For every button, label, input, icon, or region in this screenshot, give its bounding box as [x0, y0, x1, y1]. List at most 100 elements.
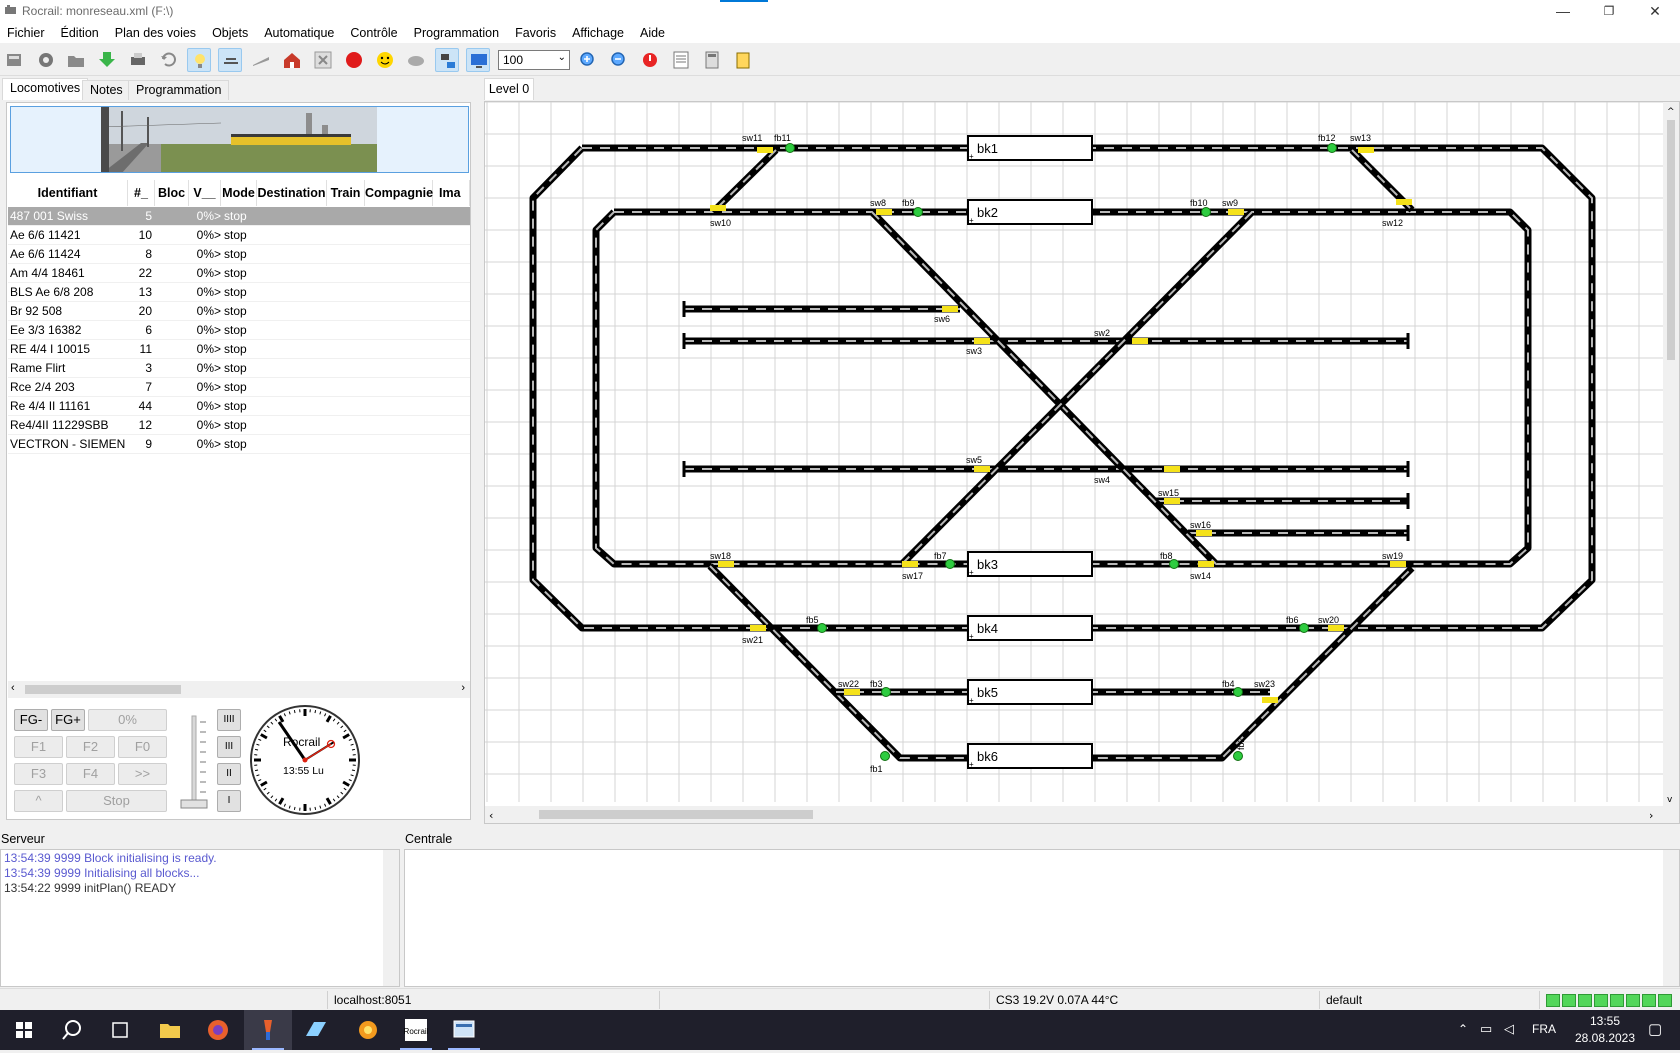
close-button[interactable]: ✕ — [1632, 0, 1678, 24]
undo-icon[interactable] — [157, 48, 181, 72]
cloud-icon[interactable] — [404, 48, 428, 72]
clock-date-text[interactable]: 28.08.2023 — [1568, 1031, 1642, 1045]
clock-time-text[interactable]: 13:55 — [1580, 1014, 1630, 1028]
bulb-icon[interactable] — [187, 48, 211, 72]
close-x-icon[interactable] — [311, 48, 335, 72]
table-row[interactable]: RE 4/4 I 10015110%>stop — [8, 340, 470, 359]
menu-affichage[interactable]: Affichage — [564, 24, 632, 43]
f3-button[interactable]: F3 — [14, 763, 63, 785]
open-icon[interactable] — [64, 48, 88, 72]
feedback-sensor-icon[interactable] — [818, 624, 827, 633]
switch-marker[interactable] — [974, 338, 990, 344]
ramp-icon[interactable] — [249, 48, 273, 72]
feedback-sensor-icon[interactable] — [786, 144, 795, 153]
tab-level-0[interactable]: Level 0 — [484, 78, 534, 100]
speed-step-4-button[interactable]: IIII — [217, 709, 241, 731]
f1-button[interactable]: F1 — [14, 736, 63, 758]
col-number[interactable]: #_ — [128, 180, 155, 206]
table-row[interactable]: Br 92 508200%>stop — [8, 302, 470, 321]
col-compagnie[interactable]: Compagnie — [365, 180, 433, 206]
switch-marker[interactable] — [1132, 338, 1148, 344]
server-log-scrollbar[interactable] — [383, 850, 399, 986]
server-icon[interactable] — [3, 48, 27, 72]
table-row[interactable]: Am 4/4 18461220%>stop — [8, 264, 470, 283]
feedback-sensor-icon[interactable] — [914, 208, 923, 217]
track-segment[interactable] — [710, 566, 1412, 758]
speed-step-1-button[interactable]: I — [217, 790, 241, 812]
table-row[interactable]: 487 001 Swiss50%>stop — [8, 207, 470, 226]
print-icon[interactable] — [126, 48, 150, 72]
plan-vertical-thumb[interactable] — [1667, 120, 1675, 360]
scroll-thumb[interactable] — [25, 685, 181, 694]
notes-icon[interactable] — [731, 48, 755, 72]
calc-icon[interactable] — [700, 48, 724, 72]
direction-button[interactable]: ^ — [14, 790, 63, 812]
tab-programmation[interactable]: Programmation — [128, 80, 229, 100]
table-row[interactable]: Rce 2/4 20370%>stop — [8, 378, 470, 397]
route-icon[interactable] — [218, 48, 242, 72]
house-icon[interactable] — [280, 48, 304, 72]
feedback-sensor-icon[interactable] — [1300, 624, 1309, 633]
menu-controle[interactable]: Contrôle — [342, 24, 405, 43]
task-view-icon[interactable] — [96, 1010, 144, 1050]
rocview-window-icon[interactable] — [440, 1010, 488, 1050]
centrale-log[interactable] — [404, 849, 1680, 987]
file-explorer-icon[interactable] — [146, 1010, 194, 1050]
centrale-log-scrollbar[interactable] — [1663, 850, 1679, 986]
stop-button[interactable]: Stop — [66, 790, 167, 812]
switch-marker[interactable] — [902, 561, 918, 567]
switch-marker[interactable] — [942, 306, 958, 312]
tray-chevron-icon[interactable]: ⌃ — [1458, 1022, 1468, 1036]
menu-automatique[interactable]: Automatique — [256, 24, 342, 43]
switch-marker[interactable] — [1164, 498, 1180, 504]
menu-objets[interactable]: Objets — [204, 24, 256, 43]
zoom-in-icon[interactable] — [576, 48, 600, 72]
switch-marker[interactable] — [710, 205, 726, 211]
server-log[interactable]: 13:54:39 9999 Block initialising is read… — [0, 849, 400, 987]
fg-minus-button[interactable]: FG- — [14, 709, 48, 731]
tab-notes[interactable]: Notes — [82, 80, 131, 100]
maximize-button[interactable]: ❐ — [1586, 0, 1632, 24]
list-icon[interactable] — [669, 48, 693, 72]
table-horizontal-scrollbar[interactable]: ‹ › — [8, 681, 470, 698]
language-indicator[interactable]: FRA — [1532, 1022, 1556, 1036]
zoom-select[interactable]: 100⌄ — [498, 50, 570, 70]
feedback-sensor-icon[interactable] — [1202, 208, 1211, 217]
more-functions-button[interactable]: >> — [118, 763, 167, 785]
scroll-left-icon[interactable]: ‹ — [11, 682, 15, 694]
feedback-sensor-icon[interactable] — [882, 688, 891, 697]
menu-favoris[interactable]: Favoris — [507, 24, 564, 43]
table-row[interactable]: Ee 3/3 1638260%>stop — [8, 321, 470, 340]
transfer-icon[interactable] — [435, 48, 459, 72]
menu-fichier[interactable]: Fichier — [0, 24, 53, 43]
minimize-button[interactable]: — — [1540, 0, 1586, 24]
switch-marker[interactable] — [718, 561, 734, 567]
plan-horizontal-thumb[interactable] — [539, 810, 813, 819]
search-icon[interactable] — [48, 1010, 96, 1050]
download-icon[interactable] — [95, 48, 119, 72]
col-train[interactable]: Train — [327, 180, 365, 206]
speed-slider[interactable] — [178, 712, 210, 814]
table-row[interactable]: VECTRON - SIEMENS90%>stop — [8, 435, 470, 454]
speed-step-3-button[interactable]: III — [217, 736, 241, 758]
switch-marker[interactable] — [1358, 147, 1374, 153]
table-row[interactable]: Ae 6/6 11421100%>stop — [8, 226, 470, 245]
switch-marker[interactable] — [876, 209, 892, 215]
col-image[interactable]: Ima — [433, 180, 470, 206]
f4-button[interactable]: F4 — [66, 763, 115, 785]
speed-step-2-button[interactable]: II — [217, 763, 241, 785]
table-row[interactable]: Ae 6/6 1142480%>stop — [8, 245, 470, 264]
rocrail-pinned-icon[interactable] — [244, 1010, 292, 1050]
switch-marker[interactable] — [974, 466, 990, 472]
menu-edition[interactable]: Édition — [53, 24, 107, 43]
network-icon[interactable]: ▭ — [1480, 1021, 1492, 1037]
col-mode[interactable]: Mode — [221, 180, 257, 206]
col-vitesse[interactable]: V__ — [189, 180, 221, 206]
switch-marker[interactable] — [1328, 625, 1344, 631]
col-bloc[interactable]: Bloc — [155, 180, 189, 206]
plan-scroll-left-icon[interactable]: ‹ — [489, 809, 493, 822]
feedback-sensor-icon[interactable] — [946, 560, 955, 569]
table-row[interactable]: Re 4/4 II 11161440%>stop — [8, 397, 470, 416]
feedback-sensor-icon[interactable] — [1234, 752, 1243, 761]
alert-icon[interactable] — [638, 48, 662, 72]
